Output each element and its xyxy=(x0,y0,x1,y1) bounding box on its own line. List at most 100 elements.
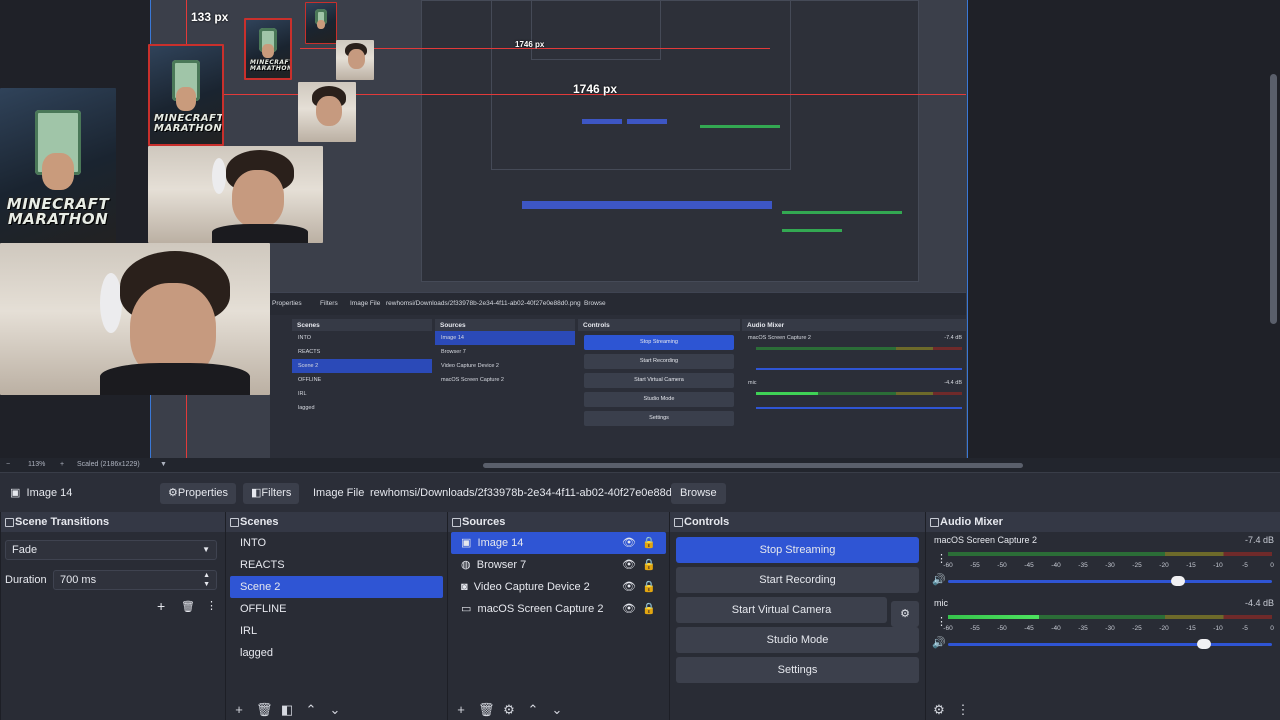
lock-icon[interactable]: 🔒 xyxy=(642,554,656,576)
meter-tick-label: -55 xyxy=(970,625,980,632)
image-source-thumbnail[interactable]: MINECRAFT MARATHON xyxy=(148,44,224,146)
scene-transitions-dock: Scene Transitions Fade ▼ Duration 700 ms ▲… xyxy=(0,512,225,720)
settings-button[interactable]: Settings xyxy=(676,657,919,683)
nested-selected-source xyxy=(612,201,692,209)
chevron-down-icon[interactable]: ⌄ xyxy=(550,702,564,718)
trash-icon[interactable]: 🗑 xyxy=(478,702,495,718)
meter-tick-label: -15 xyxy=(1186,625,1196,632)
stepper-icon[interactable]: ▲ ▼ xyxy=(203,571,210,589)
nested-obs-dock: Properties Filters Image File rewhomsi/D… xyxy=(270,292,966,458)
nested-scenes: Scenes INTO REACTS Scene 2 OFFLINE IRL l… xyxy=(292,319,432,458)
transition-select[interactable]: Fade ▼ xyxy=(5,540,217,560)
scenes-dock: Scenes INTO REACTS Scene 2 OFFLINE IRL l… xyxy=(225,512,447,720)
channel-name: macOS Screen Capture 2 xyxy=(934,535,1038,545)
gear-icon[interactable]: ⚙ xyxy=(502,702,516,718)
chevron-up-icon[interactable]: ⌃ xyxy=(304,702,318,718)
meter-tick-label: -20 xyxy=(1159,562,1169,569)
volume-slider[interactable]: 🔊 xyxy=(932,637,1272,650)
chevron-down-icon[interactable]: ▼ xyxy=(160,461,167,468)
zoom-out-icon[interactable]: − xyxy=(6,461,10,468)
scene-item[interactable]: INTO xyxy=(230,532,443,554)
sources-footer: + 🗑 ⚙ ⌃ ⌄ xyxy=(454,702,564,718)
mixer-channel: mic -4.4 dB ⋮ -60 -55 -50 -45 -40 -35 -30 -25 -2… xyxy=(926,595,1280,650)
source-item[interactable]: ◙ Video Capture Device 2 👁 🔒 xyxy=(451,576,666,598)
meter-tick-label: -10 xyxy=(1213,625,1223,632)
preview-vertical-scrollbar[interactable] xyxy=(1270,74,1277,324)
meter-tick-label: -5 xyxy=(1242,562,1248,569)
nested-sources: Sources Image 14 Browser 7 Video Capture… xyxy=(435,319,575,458)
filters-button[interactable]: ◧Filters xyxy=(243,483,300,504)
image-file-path[interactable]: rewhomsi/Downloads/2f33978b-2e34-4f11-ab… xyxy=(362,483,707,504)
webcam-feed xyxy=(336,40,374,80)
camera-icon: ◙ xyxy=(461,581,468,593)
meter-tick-label: -60 xyxy=(943,562,953,569)
trash-icon[interactable]: 🗑 xyxy=(256,702,273,718)
distance-label: 1746 px xyxy=(515,40,545,49)
volume-meter xyxy=(948,615,1272,623)
browse-button[interactable]: Browse xyxy=(671,483,726,504)
stop-streaming-button[interactable]: Stop Streaming xyxy=(676,537,919,563)
eye-icon[interactable]: 👁 xyxy=(622,598,636,620)
source-item[interactable]: ▭ macOS Screen Capture 2 👁 🔒 xyxy=(451,598,666,620)
source-item-selected[interactable]: ▣ Image 14 👁 🔒 xyxy=(451,532,666,554)
nested-meter xyxy=(700,125,780,128)
duration-input[interactable]: 700 ms ▲ ▼ xyxy=(53,570,217,590)
webcam-feed[interactable] xyxy=(0,243,270,395)
eye-icon[interactable]: 👁 xyxy=(622,576,636,598)
webcam-feed[interactable] xyxy=(148,146,323,243)
meter-tick-label: -25 xyxy=(1132,625,1142,632)
channel-db: -7.4 dB xyxy=(1244,535,1274,545)
studio-mode-button[interactable]: Studio Mode xyxy=(676,627,919,653)
meter-tick-label: 0 xyxy=(1270,625,1274,632)
image-source-thumbnail: MINECRAFT MARATHON xyxy=(0,88,116,243)
scene-item[interactable]: lagged xyxy=(230,642,443,664)
lock-icon[interactable]: 🔒 xyxy=(642,532,656,554)
lock-icon[interactable]: 🔒 xyxy=(642,598,656,620)
chevron-up-icon[interactable]: ⌃ xyxy=(526,702,540,718)
filter-icon[interactable]: ◧ xyxy=(280,702,294,718)
image-icon: ▣ xyxy=(10,487,21,499)
sources-dock: Sources ▣ Image 14 👁 🔒 ◍ Browser 7 👁 🔒 ◙… xyxy=(447,512,669,720)
trash-icon[interactable]: 🗑 xyxy=(181,600,195,613)
properties-button[interactable]: ⚙Properties xyxy=(160,483,237,504)
duration-label: Duration xyxy=(5,574,47,586)
volume-meter xyxy=(948,552,1272,560)
image-source-thumbnail: MINECRAFT MARATHON xyxy=(244,18,292,80)
speaker-icon[interactable]: 🔊 xyxy=(932,573,946,586)
start-virtual-camera-button[interactable]: Start Virtual Camera xyxy=(676,597,887,623)
dock-title: Sources xyxy=(448,512,669,532)
meter-ticks: -60 -55 -50 -45 -40 -35 -30 -25 -20 -15 -10 -5 0 xyxy=(943,623,1274,635)
source-item[interactable]: ◍ Browser 7 👁 🔒 xyxy=(451,554,666,576)
eye-icon[interactable]: 👁 xyxy=(622,554,636,576)
sources-list: ▣ Image 14 👁 🔒 ◍ Browser 7 👁 🔒 ◙ Video C… xyxy=(448,532,669,620)
preview-canvas[interactable]: 133 px 1746 px 1746 px MINECRAFT MARATHO… xyxy=(0,0,1280,458)
eye-icon[interactable]: 👁 xyxy=(622,532,636,554)
add-transition-icon[interactable]: + xyxy=(157,598,165,614)
speaker-icon[interactable]: 🔊 xyxy=(932,636,946,649)
lock-icon[interactable]: 🔒 xyxy=(642,576,656,598)
image-icon: ▣ xyxy=(461,537,472,549)
more-icon[interactable]: ⋮ xyxy=(206,599,217,612)
add-icon[interactable]: + xyxy=(232,702,246,718)
scene-item[interactable]: IRL xyxy=(230,620,443,642)
zoom-in-icon[interactable]: + xyxy=(60,461,64,468)
globe-icon: ◍ xyxy=(461,559,471,571)
gear-icon[interactable]: ⚙ xyxy=(932,702,946,718)
meter-tick-label: -15 xyxy=(1186,562,1196,569)
preview-horizontal-scrollbar[interactable] xyxy=(483,463,1023,468)
scene-item[interactable]: OFFLINE xyxy=(230,598,443,620)
scene-item-selected[interactable]: Scene 2 xyxy=(230,576,443,598)
start-recording-button[interactable]: Start Recording xyxy=(676,567,919,593)
volume-slider[interactable]: 🔊 xyxy=(932,574,1272,587)
add-icon[interactable]: + xyxy=(454,702,468,718)
chevron-down-icon[interactable]: ⌄ xyxy=(328,702,342,718)
scene-item[interactable]: REACTS xyxy=(230,554,443,576)
nested-toolbar: Properties Filters Image File rewhomsi/D… xyxy=(270,293,966,315)
zoom-level: 113% xyxy=(28,461,46,468)
virtual-camera-gear-icon[interactable]: ⚙ xyxy=(891,601,919,627)
meter-tick-label: -30 xyxy=(1105,562,1115,569)
distance-label: 133 px xyxy=(191,10,229,24)
more-icon[interactable]: ⋮ xyxy=(956,702,970,718)
meter-tick-label: -40 xyxy=(1051,562,1061,569)
meter-tick-label: -30 xyxy=(1105,625,1115,632)
